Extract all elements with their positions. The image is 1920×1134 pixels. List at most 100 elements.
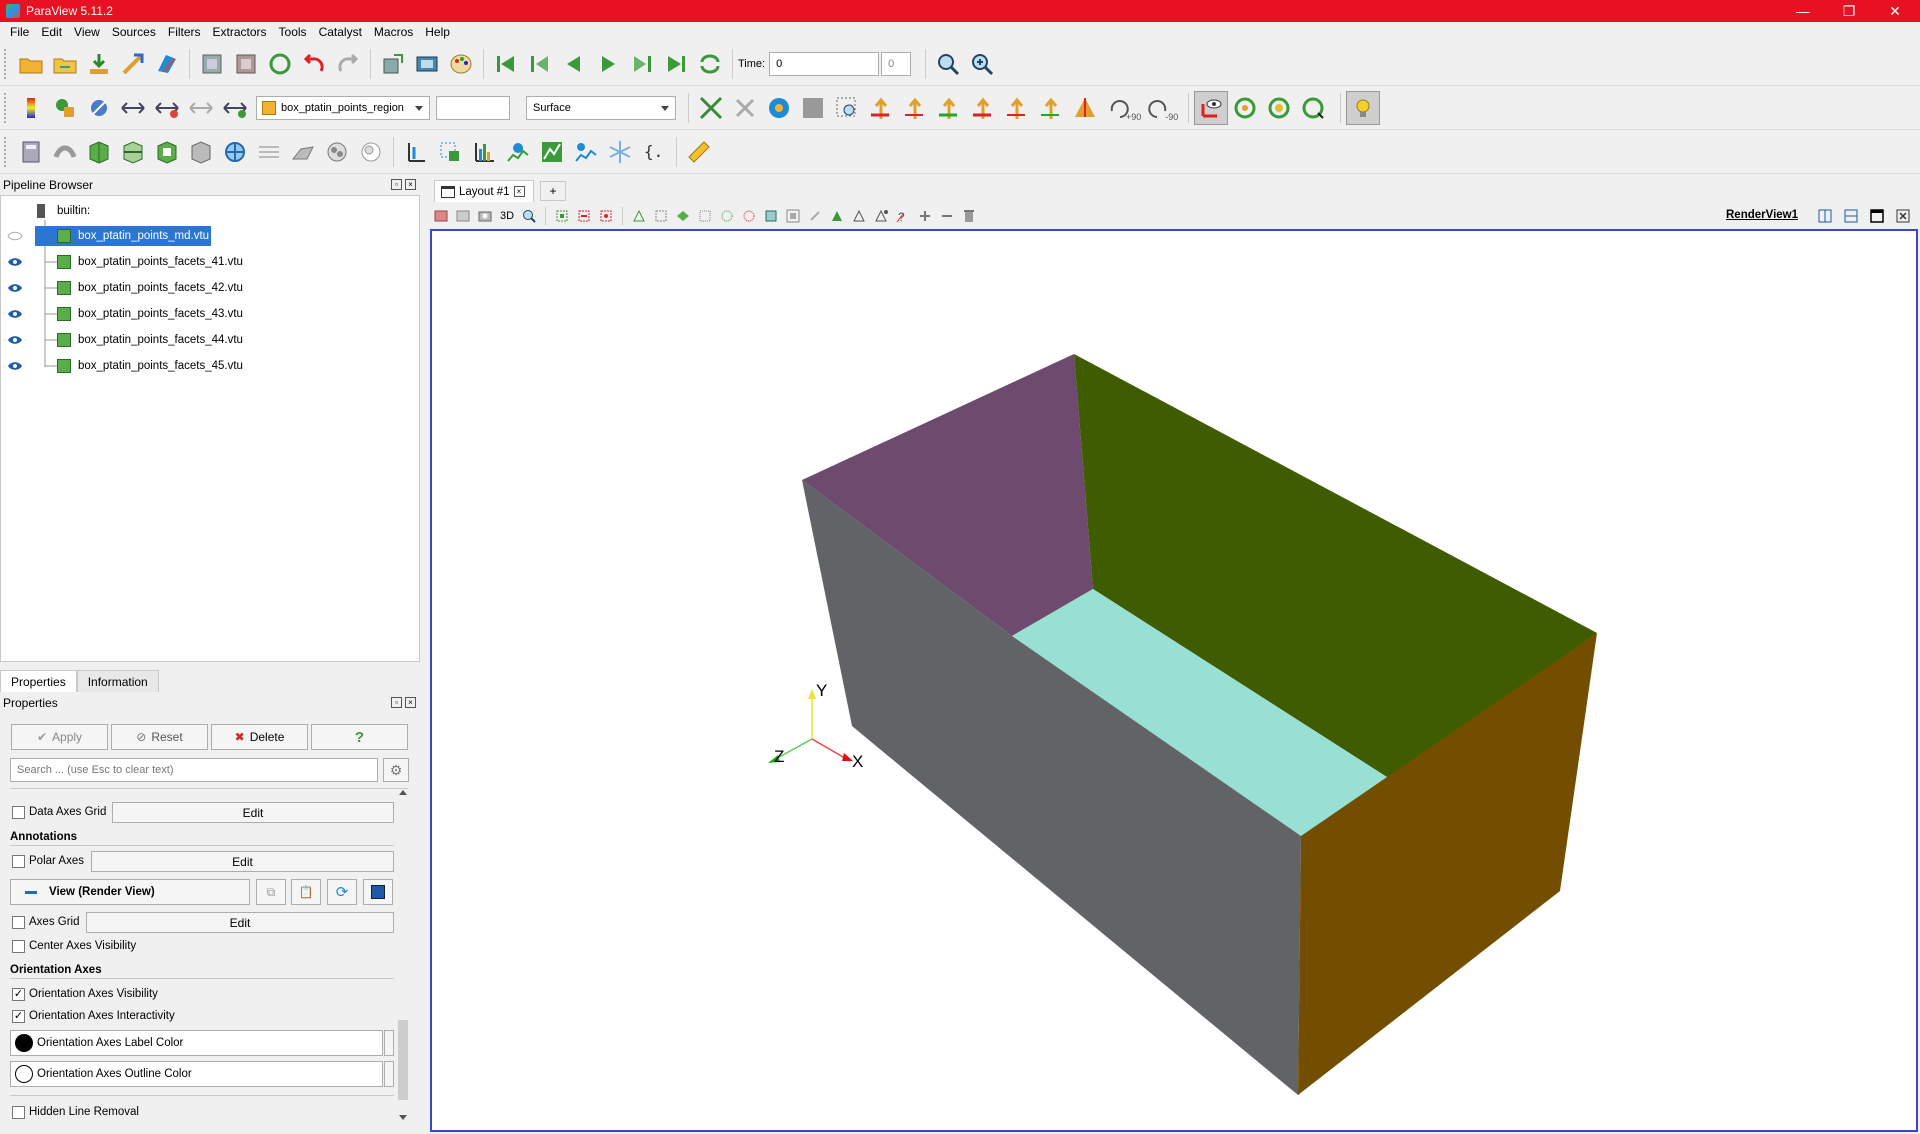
delete-button[interactable]: ✖ Delete (211, 724, 308, 750)
capture-view-icon[interactable] (430, 205, 452, 227)
hover-points-icon[interactable] (716, 205, 738, 227)
toolbar-handle[interactable] (4, 136, 10, 167)
copy-view-icon[interactable] (452, 205, 474, 227)
visibility-eye-icon[interactable] (7, 361, 23, 371)
help-button[interactable]: ? (311, 724, 408, 750)
select-cells-through-icon[interactable] (595, 205, 617, 227)
zoom-to-data-icon[interactable] (931, 47, 965, 81)
extract-level-icon[interactable] (354, 135, 388, 169)
view-minus-y-icon[interactable] (966, 91, 1000, 125)
float-panel-button[interactable]: ▫ (391, 697, 402, 708)
split-horizontal-icon[interactable] (1814, 205, 1836, 227)
axes-grid-checkbox[interactable] (12, 916, 25, 929)
pipeline-item[interactable]: box_ptatin_points_md.vtu (1, 225, 419, 247)
reset-camera-icon[interactable] (694, 91, 728, 125)
advanced-settings-button[interactable]: ⚙ (383, 758, 409, 782)
auto-apply-icon[interactable] (263, 47, 297, 81)
screenshot-view-icon[interactable] (474, 205, 496, 227)
reset-defaults-button[interactable]: ⟳ (327, 879, 357, 905)
loop-icon[interactable] (693, 47, 727, 81)
color-palette-icon[interactable] (444, 47, 478, 81)
rescale-visible-icon[interactable] (150, 91, 184, 125)
render-view[interactable]: Y X Z (430, 229, 1918, 1132)
search-input[interactable]: Search ... (use Esc to clear text) (10, 758, 378, 782)
visibility-hidden-icon[interactable] (7, 231, 23, 241)
zoom-to-box-icon[interactable] (762, 91, 796, 125)
group-datasets-icon[interactable] (320, 135, 354, 169)
add-selection-icon[interactable] (914, 205, 936, 227)
plot-selection-over-time-icon[interactable] (848, 205, 870, 227)
close-view-icon[interactable] (1892, 205, 1914, 227)
minimize-button[interactable]: — (1780, 0, 1826, 22)
oa-outline-color-button[interactable]: Orientation Axes Outline Color (10, 1061, 383, 1087)
pick-center-icon[interactable] (1228, 91, 1262, 125)
center-axes-visibility-checkbox[interactable] (12, 940, 25, 953)
slice-icon[interactable] (116, 135, 150, 169)
rotation-center-icon[interactable] (1296, 91, 1330, 125)
plot-over-line-icon[interactable] (399, 135, 433, 169)
zoom-closest-icon[interactable] (965, 47, 999, 81)
select-polygon-points-icon[interactable] (650, 205, 672, 227)
view-minus-z-icon[interactable] (1034, 91, 1068, 125)
extract-subset-icon[interactable] (184, 135, 218, 169)
find-data-query-icon[interactable]: ? (892, 205, 914, 227)
save-state-icon[interactable] (116, 47, 150, 81)
select-block-icon[interactable] (760, 205, 782, 227)
save-defaults-button[interactable] (363, 879, 393, 905)
plot-data-icon[interactable] (501, 135, 535, 169)
paste-properties-button[interactable]: 📋 (291, 879, 321, 905)
float-panel-button[interactable]: ▫ (391, 179, 402, 190)
clip-icon[interactable] (82, 135, 116, 169)
pipeline-item[interactable]: box_ptatin_points_facets_42.vtu (1, 277, 419, 299)
axes-grid-edit-button[interactable]: Edit (86, 912, 394, 933)
menu-view[interactable]: View (68, 25, 106, 39)
view-zoom-icon[interactable] (518, 205, 540, 227)
polar-axes-checkbox[interactable] (12, 855, 25, 868)
close-tab-icon[interactable]: × (513, 186, 525, 197)
reset-range-icon[interactable] (82, 91, 116, 125)
view-minus-x-icon[interactable] (898, 91, 932, 125)
data-axes-grid-edit-button[interactable]: Edit (112, 802, 394, 823)
subtract-selection-icon[interactable] (936, 205, 958, 227)
apply-button[interactable]: ✔ Apply (11, 724, 108, 750)
next-frame-icon[interactable] (625, 47, 659, 81)
data-axes-grid-checkbox[interactable] (12, 806, 25, 819)
threshold-icon[interactable] (150, 135, 184, 169)
representation-combo[interactable]: Surface (526, 95, 676, 120)
reset-camera-closest-icon[interactable] (728, 91, 762, 125)
hidden-line-removal-checkbox[interactable] (12, 1106, 25, 1119)
properties-scrollbar[interactable] (397, 790, 409, 1120)
menu-filters[interactable]: Filters (162, 25, 207, 39)
render-view-name[interactable]: RenderView1 (1726, 209, 1798, 221)
visibility-eye-icon[interactable] (7, 283, 23, 293)
probe-location-icon[interactable] (433, 135, 467, 169)
menu-catalyst[interactable]: Catalyst (313, 25, 368, 39)
view-section-header[interactable]: View (Render View) (10, 879, 250, 905)
isometric-view-icon[interactable] (1068, 91, 1102, 125)
menu-edit[interactable]: Edit (35, 25, 68, 39)
select-polygon-cells-icon[interactable] (628, 205, 650, 227)
box-3d-scene[interactable]: Y X Z (432, 231, 1916, 1130)
ruler-icon[interactable] (682, 135, 716, 169)
tab-layout-1[interactable]: Layout #1 × (434, 180, 534, 202)
plot-over-time-icon[interactable] (569, 135, 603, 169)
connect-icon[interactable] (195, 47, 229, 81)
grow-selection-icon[interactable] (782, 205, 804, 227)
find-data-icon[interactable] (603, 135, 637, 169)
plot-selection-icon[interactable] (535, 135, 569, 169)
visibility-eye-icon[interactable] (7, 309, 23, 319)
rescale-temporal-icon[interactable] (184, 91, 218, 125)
menu-sources[interactable]: Sources (106, 25, 162, 39)
menu-tools[interactable]: Tools (273, 25, 313, 39)
polar-axes-edit-button[interactable]: Edit (91, 851, 394, 872)
close-panel-button[interactable]: × (405, 179, 416, 190)
save-data-icon[interactable] (82, 47, 116, 81)
time-input[interactable]: 0 (769, 51, 880, 76)
component-combo[interactable] (436, 95, 510, 120)
menu-macros[interactable]: Macros (368, 25, 419, 39)
extract-selection-icon[interactable] (826, 205, 848, 227)
screenshot-icon[interactable] (410, 47, 444, 81)
rescale-custom-icon[interactable] (116, 91, 150, 125)
edit-colormap-icon[interactable] (48, 91, 82, 125)
menu-extractors[interactable]: Extractors (207, 25, 273, 39)
